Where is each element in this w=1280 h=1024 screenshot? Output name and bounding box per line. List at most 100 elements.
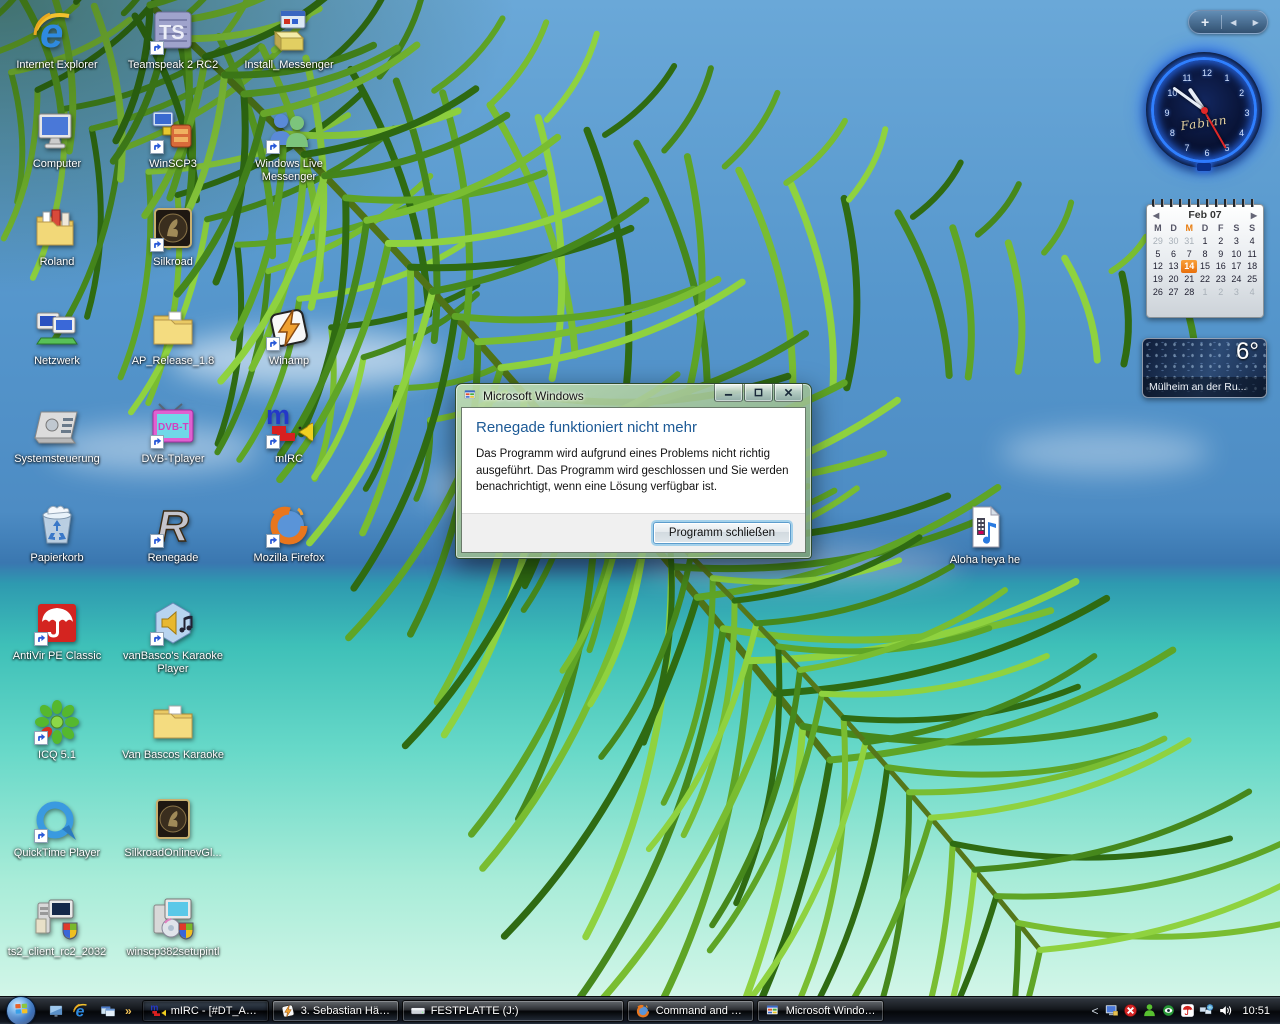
display-settings-icon[interactable] (1104, 1003, 1119, 1018)
icq-online-icon[interactable] (1142, 1003, 1157, 1018)
tray-expand-button[interactable]: < (1091, 1004, 1098, 1018)
antivir-tray-icon[interactable] (1180, 1003, 1195, 1018)
desktop-icon-silkroad[interactable]: Silkroad (121, 205, 225, 269)
desktop-icon-aloha-heya-he[interactable]: Aloha heya he (933, 503, 1037, 567)
calendar-day: 9 (1213, 248, 1229, 261)
dialog-body: Renegade funktioniert nicht mehr Das Pro… (461, 407, 806, 553)
calendar-day: 17 (1229, 260, 1245, 273)
network-tray-icon[interactable] (1199, 1003, 1214, 1018)
desktop-icon-winscp382setupintl[interactable]: winscp382setupintl (121, 895, 225, 959)
desktop-icon-roland[interactable]: Roland (5, 205, 109, 269)
calendar-day: 2 (1213, 235, 1229, 248)
minimize-button[interactable] (714, 384, 743, 402)
desktop-icon-ap-release-1-8[interactable]: AP_Release_1.8 (121, 304, 225, 368)
internet-explorer-icon[interactable]: e (72, 1001, 92, 1021)
calendar-weekday: M (1150, 222, 1166, 235)
gadgets-next-button[interactable]: ▶ (1253, 18, 1259, 27)
desktop-icon-teamspeak-2-rc2[interactable]: TSTeamspeak 2 RC2 (121, 8, 225, 72)
show-desktop-icon[interactable] (46, 1001, 66, 1021)
desktop-icon-label: ICQ 5.1 (5, 749, 109, 762)
shortcut-arrow-icon (150, 632, 164, 646)
desktop-icon-quicktime-player[interactable]: QuickTime Player (5, 796, 109, 860)
calendar-gadget[interactable]: ◀ Feb 07 ▶ MDMDFSS2930311234567891011121… (1146, 199, 1264, 318)
desktop-icon-winscp3[interactable]: WinSCP3 (121, 107, 225, 171)
desktop[interactable]: eInternet ExplorerTSTeamspeak 2 RC2Insta… (0, 0, 1280, 1024)
shortcut-arrow-icon (150, 534, 164, 548)
desktop-icon-mozilla-firefox[interactable]: Mozilla Firefox (237, 501, 341, 565)
weather-gadget[interactable]: 6° Mülheim an der Ru... (1142, 338, 1267, 398)
taskbar-button-mirc-dt-aow2[interactable]: mmIRC - [#DT_AOW2... (142, 1000, 269, 1022)
desktop-icon-winamp[interactable]: Winamp (237, 304, 341, 368)
calendar-day: 27 (1166, 286, 1182, 299)
desktop-icon-label: Computer (5, 158, 109, 171)
clock-number: 3 (1244, 108, 1249, 118)
taskbar-button-3-sebastian-h-mer[interactable]: 3. Sebastian Hämer ... (272, 1000, 399, 1022)
taskbar-button-microsoft-windows[interactable]: Microsoft Windows (757, 1000, 884, 1022)
svg-text:m: m (150, 1003, 158, 1012)
quick-launch-overflow-chevron[interactable]: » (125, 1004, 132, 1018)
desktop-icon-icq-5-1[interactable]: ICQ 5.1 (5, 698, 109, 762)
network-icon (33, 304, 81, 352)
calendar-next-button[interactable]: ▶ (1251, 211, 1257, 220)
desktop-icon-vanbasco-s-karaoke-player[interactable]: vanBasco's Karaoke Player (121, 599, 225, 676)
start-button[interactable] (6, 996, 36, 1024)
taskbar-clock[interactable]: 10:51 (1242, 1005, 1270, 1017)
calendar-selected-day: 14 (1181, 260, 1197, 273)
calendar-weekday: D (1166, 222, 1182, 235)
desktop-icon-label: QuickTime Player (5, 847, 109, 860)
recycle-bin-icon (33, 501, 81, 549)
winamp-icon (280, 1003, 296, 1019)
shortcut-arrow-icon (34, 731, 48, 745)
desktop-icon-antivir-pe-classic[interactable]: AntiVir PE Classic (5, 599, 109, 663)
gadgets-prev-button[interactable]: ◀ (1230, 18, 1236, 27)
drive-icon (410, 1003, 426, 1019)
desktop-icon-label: Roland (5, 256, 109, 269)
desktop-icon-van-bascos-karaoke[interactable]: Van Bascos Karaoke (121, 698, 225, 762)
taskbar-button-festplatte-j[interactable]: FESTPLATTE (J:) (402, 1000, 624, 1022)
calendar-prev-button[interactable]: ◀ (1153, 211, 1159, 220)
calendar-day: 2 (1213, 286, 1229, 299)
shortcut-arrow-icon (150, 140, 164, 154)
desktop-icon-label: Netzwerk (5, 355, 109, 368)
calendar-day: 24 (1229, 273, 1245, 286)
desktop-icon-install-messenger[interactable]: Install_Messenger (237, 8, 341, 72)
dialog-message: Das Programm wird aufgrund eines Problem… (476, 446, 791, 496)
desktop-icon-netzwerk[interactable]: Netzwerk (5, 304, 109, 368)
desktop-icon-mirc[interactable]: mmIRC (237, 402, 341, 466)
maximize-button[interactable] (744, 384, 773, 402)
taskbar: e» mmIRC - [#DT_AOW2...3. Sebastian Häme… (0, 996, 1280, 1024)
security-alert-icon[interactable] (1123, 1003, 1138, 1018)
clock-number: 6 (1204, 148, 1209, 158)
desktop-icon-systemsteuerung[interactable]: Systemsteuerung (5, 402, 109, 466)
switch-windows-icon[interactable] (98, 1001, 118, 1021)
clock-gadget[interactable]: 121234567891011 Fabian (1146, 52, 1262, 168)
desktop-icon-label: WinSCP3 (121, 158, 225, 171)
desktop-icon-label: Internet Explorer (5, 59, 109, 72)
calendar-day: 13 (1166, 260, 1182, 273)
close-program-button[interactable]: Programm schließen (653, 522, 791, 544)
desktop-icon-dvb-tplayer[interactable]: DVB-TDVB-Tplayer (121, 402, 225, 466)
desktop-icon-internet-explorer[interactable]: eInternet Explorer (5, 8, 109, 72)
taskbar-button-command-and-con[interactable]: Command and Con... (627, 1000, 754, 1022)
eye-icon[interactable] (1161, 1003, 1176, 1018)
desktop-icon-renegade[interactable]: RRenegade (121, 501, 225, 565)
add-gadget-button[interactable]: + (1189, 11, 1221, 33)
desktop-icon-silkroadonlinevgl[interactable]: SilkroadOnlinevGl... (121, 796, 225, 860)
close-button[interactable] (774, 384, 803, 402)
shortcut-arrow-icon (34, 632, 48, 646)
desktop-icon-ts2-client-rc2-2032[interactable]: ts2_client_rc2_2032 (5, 895, 109, 959)
folder-icon (149, 304, 197, 352)
calendar-month-label: Feb 07 (1188, 209, 1221, 221)
karaoke-player-icon (149, 599, 197, 647)
taskbar-button-label: FESTPLATTE (J:) (431, 1005, 519, 1017)
shortcut-arrow-icon (150, 238, 164, 252)
desktop-icon-papierkorb[interactable]: Papierkorb (5, 501, 109, 565)
desktop-icon-computer[interactable]: Computer (5, 107, 109, 171)
taskbar-button-label: Command and Con... (656, 1005, 746, 1017)
desktop-icon-windows-live-messenger[interactable]: Windows Live Messenger (237, 107, 341, 184)
clock-number: 9 (1164, 108, 1169, 118)
calendar-day: 26 (1150, 286, 1166, 299)
quick-launch: e» (46, 1001, 132, 1021)
volume-icon[interactable] (1218, 1003, 1233, 1018)
control-panel-icon (33, 402, 81, 450)
